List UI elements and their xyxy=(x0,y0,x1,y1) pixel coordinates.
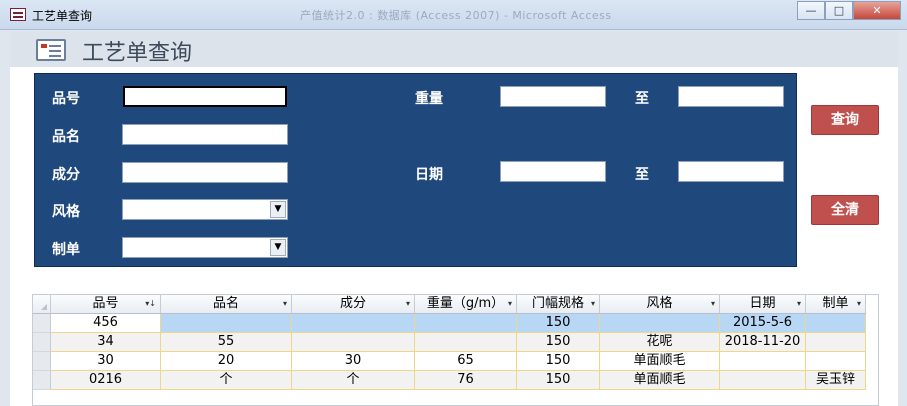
cell-zhidan[interactable] xyxy=(806,352,866,371)
cell-fengge[interactable] xyxy=(600,314,720,333)
table-row[interactable]: 30 20 30 65 150 单面顺毛 xyxy=(33,352,878,371)
label-zhi-date: 至 xyxy=(635,167,649,183)
select-all-corner[interactable] xyxy=(33,295,51,314)
close-button[interactable]: ✕ xyxy=(853,1,901,20)
search-panel: 品号 品名 成分 风格 制单 ▼ ▼ 重量 日期 至 至 xyxy=(34,73,797,267)
cell-chengfen[interactable] xyxy=(292,333,415,352)
table-row[interactable]: 0216 个 个 76 150 单面顺毛 吴玉锌 xyxy=(33,371,878,390)
chengfen-input[interactable] xyxy=(122,162,288,183)
row-selector[interactable] xyxy=(33,333,51,352)
cell-zhongliang[interactable]: 65 xyxy=(415,352,517,371)
cell-menfu[interactable]: 150 xyxy=(517,371,600,390)
cell-pinming[interactable]: 20 xyxy=(161,352,292,371)
chevron-down-icon[interactable]: ▾ xyxy=(283,295,287,313)
chevron-down-icon[interactable]: ▾ xyxy=(508,295,512,313)
window-titlebar: 工艺单查询 产值统计2.0 : 数据库 (Access 2007) - Micr… xyxy=(0,0,907,30)
label-pinhao: 品号 xyxy=(52,91,80,107)
column-header-pinming[interactable]: 品名 ▾ xyxy=(161,295,292,314)
cell-chengfen[interactable]: 个 xyxy=(292,371,415,390)
chevron-down-icon[interactable]: ▾ xyxy=(857,295,861,313)
label-zhongliang: 重量 xyxy=(415,91,443,107)
label-zhi-weight: 至 xyxy=(635,91,649,107)
cell-menfu[interactable]: 150 xyxy=(517,333,600,352)
results-datasheet[interactable]: 品号 ▾↓ 品名 ▾ 成分 ▾ 重量（g/m） ▾ 门幅规格 ▾ 风格 ▾ 日期 ▾ 制单 ▾ … xyxy=(32,294,879,406)
chevron-down-icon[interactable]: ▾ xyxy=(711,295,715,313)
cell-pinming[interactable]: 个 xyxy=(161,371,292,390)
row-selector[interactable] xyxy=(33,371,51,390)
pinming-input[interactable] xyxy=(122,124,288,145)
app-title: 产值统计2.0 : 数据库 (Access 2007) - Microsoft … xyxy=(300,9,612,22)
column-header-pinhao[interactable]: 品号 ▾↓ xyxy=(51,295,161,314)
minimize-button[interactable]: — xyxy=(797,1,825,20)
column-header-riqi[interactable]: 日期 ▾ xyxy=(720,295,806,314)
zhidan-combo[interactable]: ▼ xyxy=(122,237,288,258)
cell-zhidan[interactable] xyxy=(806,314,866,333)
form-header: 工艺单查询 xyxy=(10,31,898,67)
chevron-down-icon[interactable]: ▼ xyxy=(270,201,286,218)
sort-desc-icon: ▾↓ xyxy=(145,299,156,308)
table-row[interactable]: 456 150 2015-5-6 xyxy=(33,314,878,333)
cell-menfu[interactable]: 150 xyxy=(517,314,600,333)
cell-riqi[interactable] xyxy=(720,352,806,371)
label-riqi: 日期 xyxy=(415,167,443,183)
column-header-zhidan[interactable]: 制单 ▾ xyxy=(806,295,866,314)
column-header-zhongliang[interactable]: 重量（g/m） ▾ xyxy=(415,295,517,314)
fengge-combo[interactable]: ▼ xyxy=(122,199,288,220)
cell-riqi[interactable]: 2018-11-20 xyxy=(720,333,806,352)
chevron-down-icon[interactable]: ▾ xyxy=(406,295,410,313)
cell-fengge[interactable]: 单面顺毛 xyxy=(600,371,720,390)
chevron-down-icon[interactable]: ▾ xyxy=(591,295,595,313)
cell-zhongliang[interactable]: 76 xyxy=(415,371,517,390)
label-chengfen: 成分 xyxy=(52,167,80,183)
cell-pinhao[interactable]: 456 xyxy=(51,314,161,333)
cell-chengfen[interactable]: 30 xyxy=(292,352,415,371)
maximize-button[interactable]: □ xyxy=(825,1,853,20)
cell-fengge[interactable]: 单面顺毛 xyxy=(600,352,720,371)
column-header-fengge[interactable]: 风格 ▾ xyxy=(600,295,720,314)
query-button[interactable]: 查询 xyxy=(811,105,879,135)
cell-zhongliang[interactable] xyxy=(415,314,517,333)
column-header-chengfen[interactable]: 成分 ▾ xyxy=(292,295,415,314)
header-row: 品号 ▾↓ 品名 ▾ 成分 ▾ 重量（g/m） ▾ 门幅规格 ▾ 风格 ▾ 日期 ▾ 制单 ▾ xyxy=(33,295,878,314)
row-selector[interactable] xyxy=(33,352,51,371)
window-title: 工艺单查询 xyxy=(32,9,93,23)
pinhao-input[interactable] xyxy=(123,86,287,107)
cell-fengge[interactable]: 花呢 xyxy=(600,333,720,352)
form-icon xyxy=(36,39,66,61)
label-zhidan: 制单 xyxy=(52,242,80,258)
cell-pinming[interactable]: 55 xyxy=(161,333,292,352)
column-header-menfu[interactable]: 门幅规格 ▾ xyxy=(517,295,600,314)
label-fengge: 风格 xyxy=(52,204,80,220)
cell-zhongliang[interactable] xyxy=(415,333,517,352)
cell-pinming[interactable] xyxy=(161,314,292,333)
cell-riqi[interactable] xyxy=(720,371,806,390)
table-row[interactable]: 34 55 150 花呢 2018-11-20 xyxy=(33,333,878,352)
chevron-down-icon[interactable]: ▼ xyxy=(270,239,286,256)
cell-pinhao[interactable]: 34 xyxy=(51,333,161,352)
cell-zhidan[interactable]: 吴玉锌 xyxy=(806,371,866,390)
row-selector[interactable] xyxy=(33,314,51,333)
cell-zhidan[interactable] xyxy=(806,333,866,352)
date-from-input[interactable] xyxy=(500,161,606,182)
cell-menfu[interactable]: 150 xyxy=(517,352,600,371)
chevron-down-icon[interactable]: ▾ xyxy=(797,295,801,313)
cell-pinhao[interactable]: 30 xyxy=(51,352,161,371)
cell-pinhao[interactable]: 0216 xyxy=(51,371,161,390)
form-title: 工艺单查询 xyxy=(82,41,193,66)
weight-to-input[interactable] xyxy=(678,86,784,107)
cell-riqi[interactable]: 2015-5-6 xyxy=(720,314,806,333)
date-to-input[interactable] xyxy=(678,161,784,182)
cell-chengfen[interactable] xyxy=(292,314,415,333)
clear-all-button[interactable]: 全清 xyxy=(811,195,879,225)
form-window-icon xyxy=(10,8,26,21)
label-pinming: 品名 xyxy=(52,129,80,145)
weight-from-input[interactable] xyxy=(500,86,606,107)
